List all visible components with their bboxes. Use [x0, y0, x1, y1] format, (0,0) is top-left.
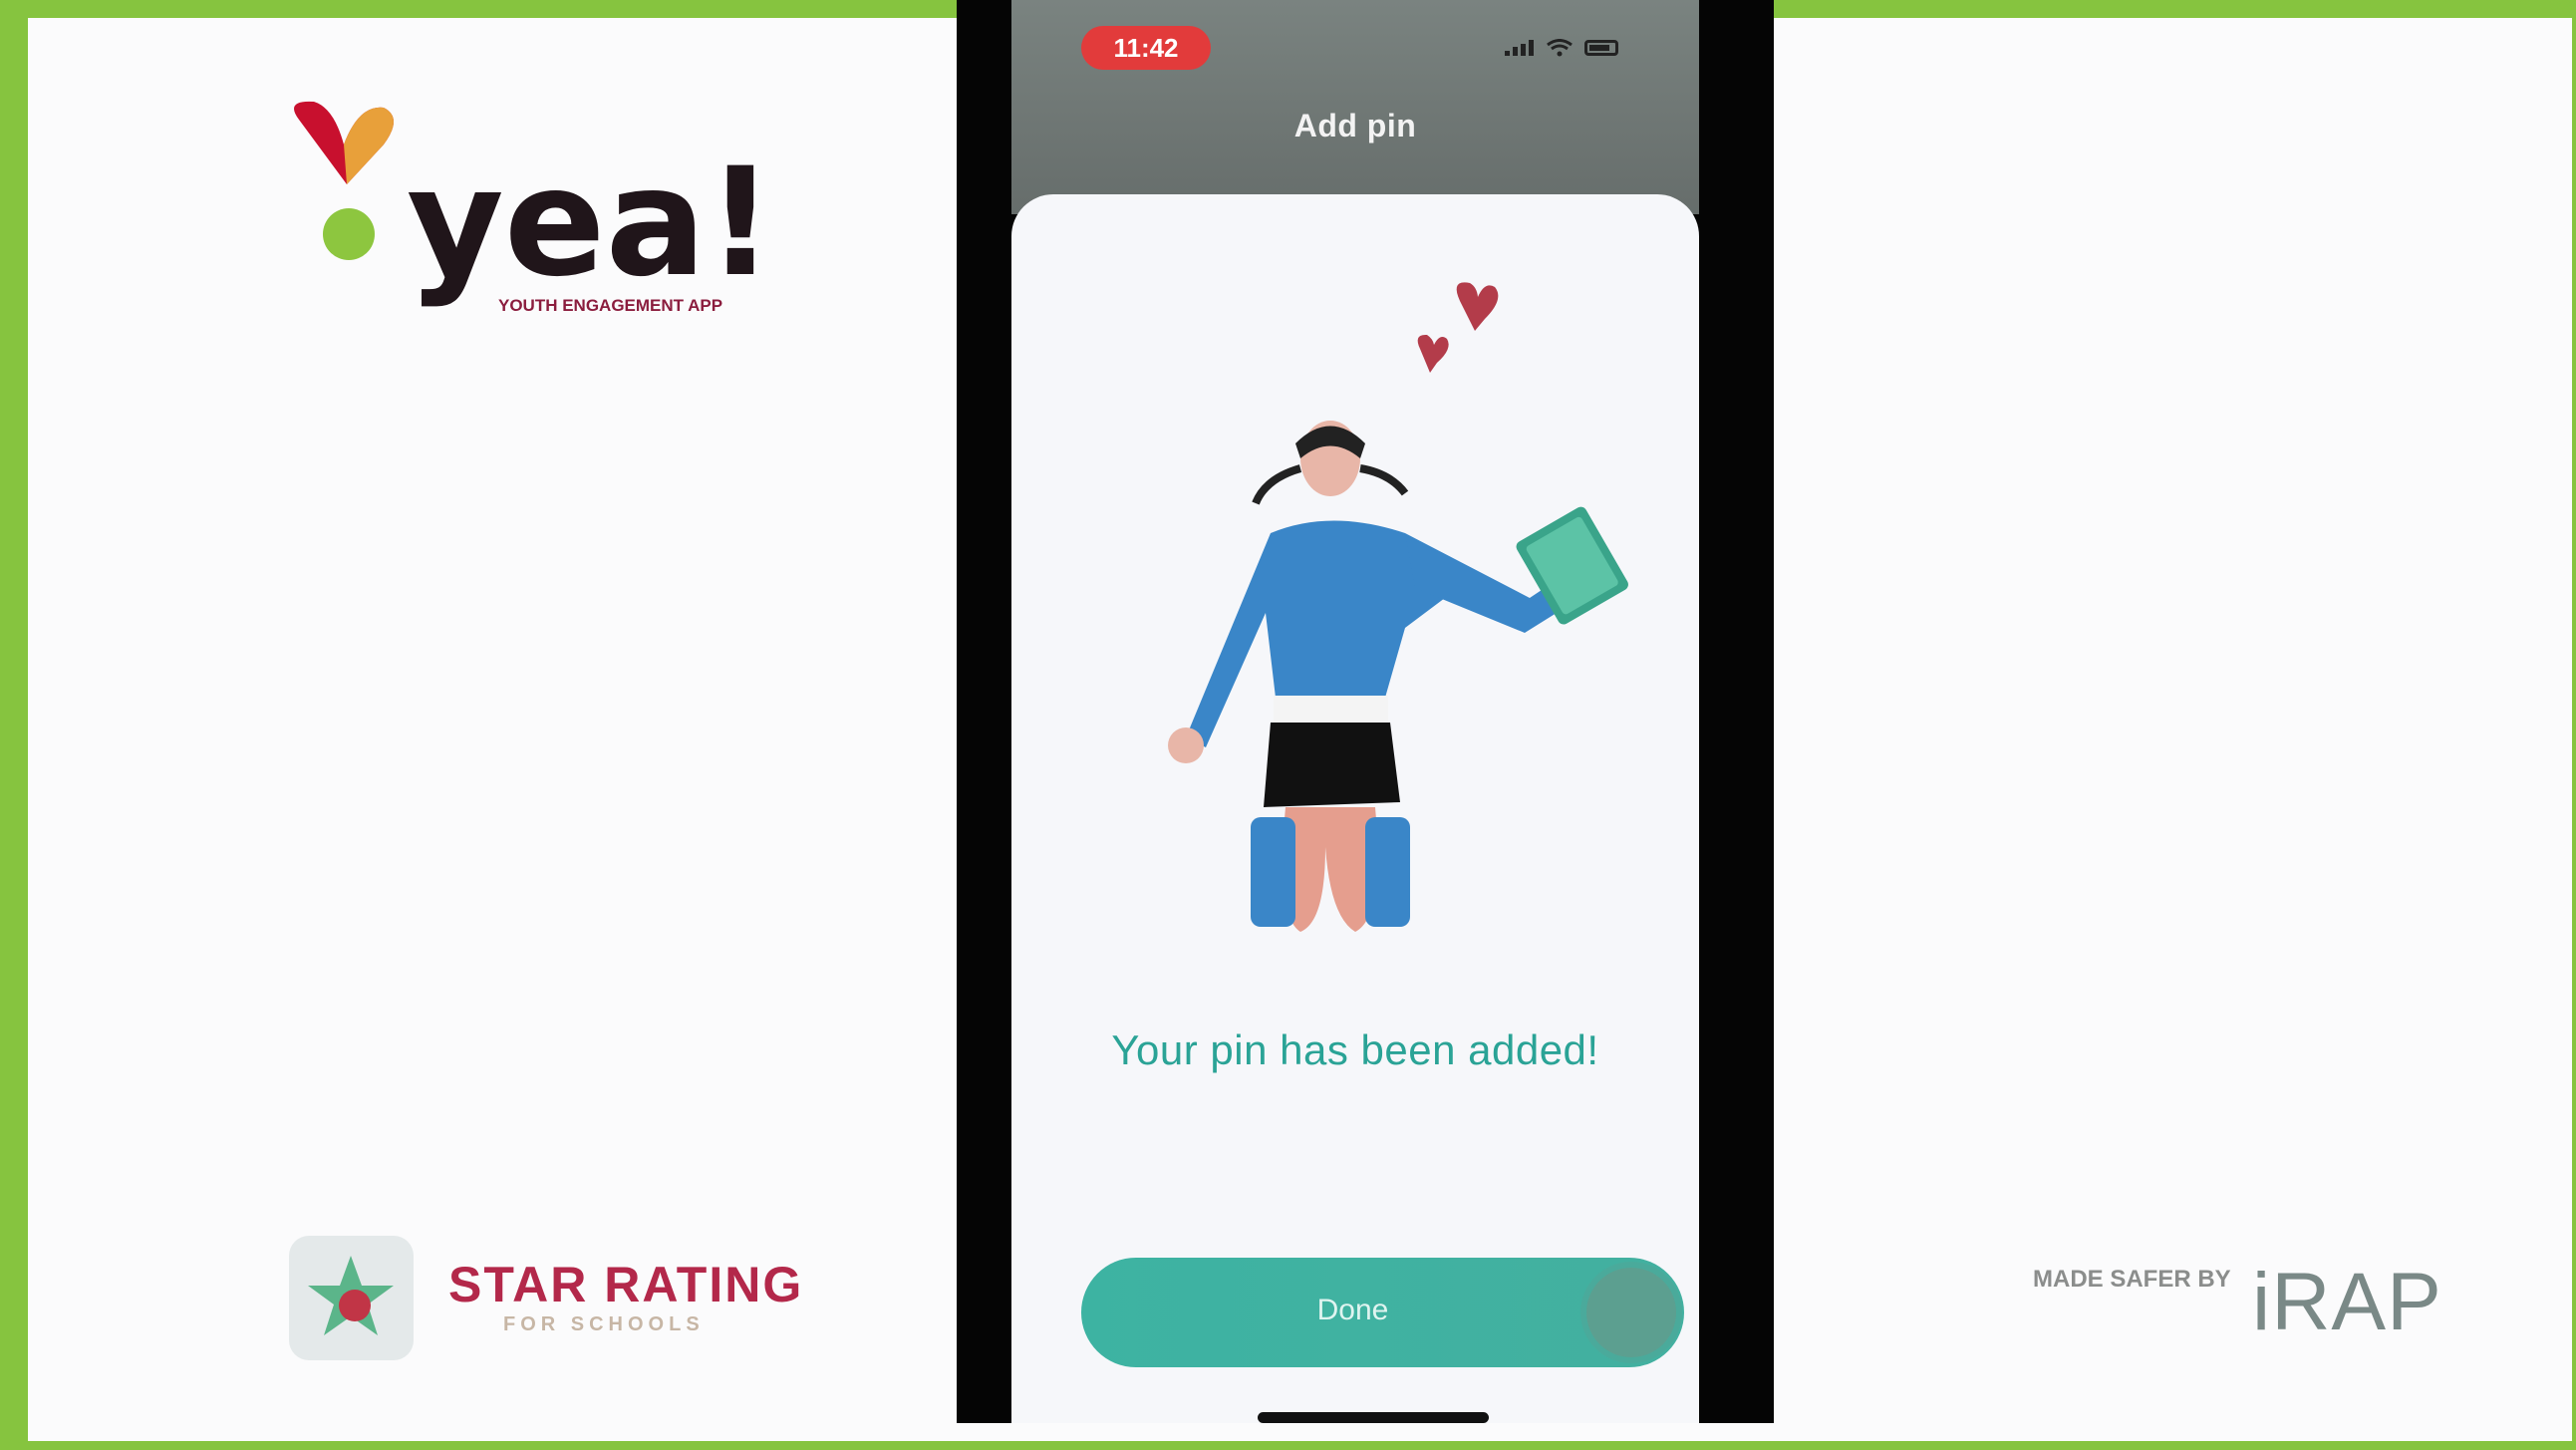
done-button-label: Done	[1316, 1294, 1389, 1326]
battery-icon	[1584, 40, 1618, 56]
star-rating-title: STAR RATING	[448, 1257, 804, 1312]
status-bar-time: 11:42	[1081, 26, 1211, 70]
home-indicator[interactable]	[1258, 1412, 1489, 1423]
heart-icon	[1456, 282, 1499, 331]
wifi-icon	[1547, 39, 1573, 57]
person-with-book-and-hearts-illustration	[1168, 282, 1628, 932]
heart-icon	[1417, 334, 1449, 373]
made-safer-label: MADE SAFER BY	[2033, 1266, 2231, 1293]
green-dot-icon	[323, 208, 375, 260]
yea-tagline: YOUTH ENGAGEMENT APP	[498, 296, 722, 315]
star-rating-app-icon	[289, 1236, 414, 1360]
yea-app-logo: yea! YOUTH ENGAGEMENT APP	[294, 101, 774, 315]
star-rating-subtitle: FOR SCHOOLS	[503, 1313, 705, 1335]
star-icon	[308, 1256, 394, 1335]
success-message: Your pin has been added!	[1111, 1026, 1599, 1073]
irap-logo: iRAP	[2252, 1257, 2442, 1347]
signal-icon	[1505, 40, 1535, 56]
slider-knob-icon[interactable]	[1586, 1268, 1676, 1357]
screen-title: Add pin	[1293, 108, 1417, 144]
done-button[interactable]: Done	[1081, 1258, 1684, 1367]
status-bar-icons	[1505, 36, 1624, 60]
yea-wordmark: yea!	[407, 137, 774, 310]
